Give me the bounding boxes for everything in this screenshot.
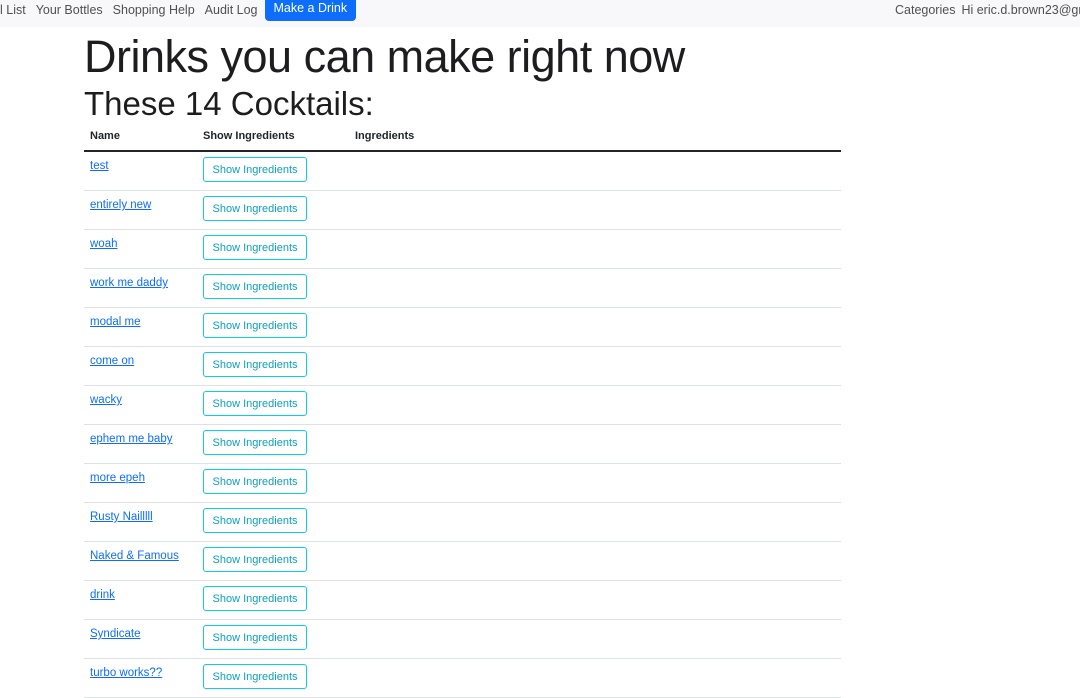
cocktail-name-link[interactable]: more epeh bbox=[90, 472, 145, 484]
cocktail-name-link[interactable]: test bbox=[90, 160, 109, 172]
cocktail-name-link[interactable]: work me daddy bbox=[90, 277, 168, 289]
cocktails-table: Name Show Ingredients Ingredients test Sh… bbox=[84, 124, 841, 698]
show-ingredients-button[interactable]: Show Ingredients bbox=[203, 430, 307, 455]
top-navbar: l List Your Bottles Shopping Help Audit … bbox=[0, 0, 1080, 27]
cocktail-name-link[interactable]: modal me bbox=[90, 316, 141, 328]
table-row: Syndicate Show Ingredients bbox=[84, 620, 841, 659]
cocktail-name-link[interactable]: woah bbox=[90, 238, 118, 250]
show-ingredients-button[interactable]: Show Ingredients bbox=[203, 274, 307, 299]
nav-audit-log[interactable]: Audit Log bbox=[200, 0, 263, 18]
table-row: work me daddy Show Ingredients bbox=[84, 269, 841, 308]
table-row: more epeh Show Ingredients bbox=[84, 464, 841, 503]
table-row: test Show Ingredients bbox=[84, 152, 841, 191]
cocktail-name-link[interactable]: drink bbox=[90, 589, 115, 601]
show-ingredients-button[interactable]: Show Ingredients bbox=[203, 625, 307, 650]
show-ingredients-button[interactable]: Show Ingredients bbox=[203, 196, 307, 221]
nav-right-group: Categories Hi eric.d.brown23@gma bbox=[895, 2, 1080, 18]
show-ingredients-button[interactable]: Show Ingredients bbox=[203, 313, 307, 338]
table-row: ephem me baby Show Ingredients bbox=[84, 425, 841, 464]
table-row: modal me Show Ingredients bbox=[84, 308, 841, 347]
table-row: come on Show Ingredients bbox=[84, 347, 841, 386]
nav-shopping-help[interactable]: Shopping Help bbox=[108, 0, 200, 18]
table-header: Name Show Ingredients Ingredients bbox=[84, 124, 841, 152]
show-ingredients-button[interactable]: Show Ingredients bbox=[203, 508, 307, 533]
cocktail-name-link[interactable]: Rusty Nailllll bbox=[90, 511, 153, 523]
table-row: Rusty Nailllll Show Ingredients bbox=[84, 503, 841, 542]
nav-make-a-drink[interactable]: Make a Drink bbox=[264, 0, 357, 21]
nav-list[interactable]: l List bbox=[0, 0, 31, 18]
table-row: drink Show Ingredients bbox=[84, 581, 841, 620]
nav-left-group: l List Your Bottles Shopping Help Audit … bbox=[0, 0, 357, 27]
table-row: turbo works?? Show Ingredients bbox=[84, 659, 841, 698]
show-ingredients-button[interactable]: Show Ingredients bbox=[203, 469, 307, 494]
cocktail-name-link[interactable]: Syndicate bbox=[90, 628, 141, 640]
cocktail-name-link[interactable]: entirely new bbox=[90, 199, 151, 211]
show-ingredients-button[interactable]: Show Ingredients bbox=[203, 157, 307, 182]
nav-your-bottles[interactable]: Your Bottles bbox=[31, 0, 108, 18]
show-ingredients-button[interactable]: Show Ingredients bbox=[203, 235, 307, 260]
show-ingredients-button[interactable]: Show Ingredients bbox=[203, 391, 307, 416]
cocktail-name-link[interactable]: turbo works?? bbox=[90, 667, 162, 679]
show-ingredients-button[interactable]: Show Ingredients bbox=[203, 547, 307, 572]
cocktail-name-link[interactable]: wacky bbox=[90, 394, 122, 406]
table-row: Naked & Famous Show Ingredients bbox=[84, 542, 841, 581]
header-ingredients: Ingredients bbox=[355, 130, 415, 142]
header-show-ingredients: Show Ingredients bbox=[203, 130, 295, 142]
cocktail-name-link[interactable]: Naked & Famous bbox=[90, 550, 179, 562]
cocktail-count-heading: These 14 Cocktails: bbox=[84, 85, 374, 122]
show-ingredients-button[interactable]: Show Ingredients bbox=[203, 664, 307, 689]
table-row: entirely new Show Ingredients bbox=[84, 191, 841, 230]
table-row: wacky Show Ingredients bbox=[84, 386, 841, 425]
nav-categories[interactable]: Categories bbox=[895, 2, 961, 18]
header-name: Name bbox=[90, 130, 120, 142]
page-title: Drinks you can make right now bbox=[84, 31, 685, 82]
user-greeting[interactable]: Hi eric.d.brown23@gma bbox=[961, 2, 1080, 18]
cocktail-name-link[interactable]: ephem me baby bbox=[90, 433, 172, 445]
cocktail-name-link[interactable]: come on bbox=[90, 355, 134, 367]
table-row: woah Show Ingredients bbox=[84, 230, 841, 269]
table-body: test Show Ingredients entirely new Show Ing… bbox=[84, 152, 841, 698]
show-ingredients-button[interactable]: Show Ingredients bbox=[203, 352, 307, 377]
show-ingredients-button[interactable]: Show Ingredients bbox=[203, 586, 307, 611]
